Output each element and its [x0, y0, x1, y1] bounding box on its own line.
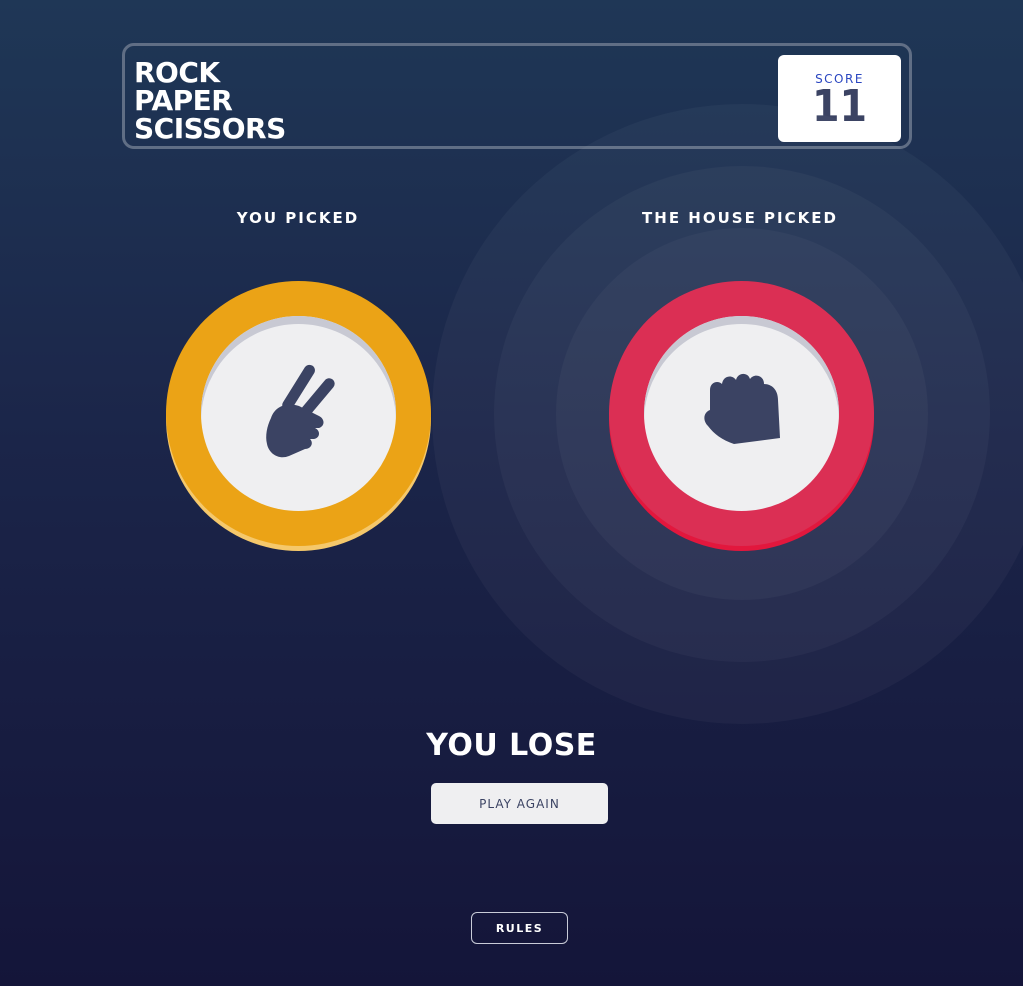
- logo-line-paper: PAPER: [134, 84, 233, 117]
- rock-fist-icon: [704, 373, 780, 444]
- result-text: YOU LOSE: [426, 728, 597, 763]
- logo-line-rock: ROCK: [134, 56, 220, 89]
- player-scissors-token: [166, 281, 431, 546]
- logo-line-scissors: SCISSORS: [134, 112, 286, 145]
- you-picked-label: YOU PICKED: [236, 209, 360, 227]
- house-rock-token: [609, 281, 874, 546]
- token-face: [201, 316, 396, 511]
- rules-button[interactable]: RULES: [471, 912, 568, 944]
- game-logo: ROCK PAPER SCISSORS: [134, 59, 286, 143]
- play-again-button[interactable]: PLAY AGAIN: [431, 783, 608, 824]
- scissors-hand-icon: [266, 364, 335, 458]
- token-face: [644, 316, 839, 511]
